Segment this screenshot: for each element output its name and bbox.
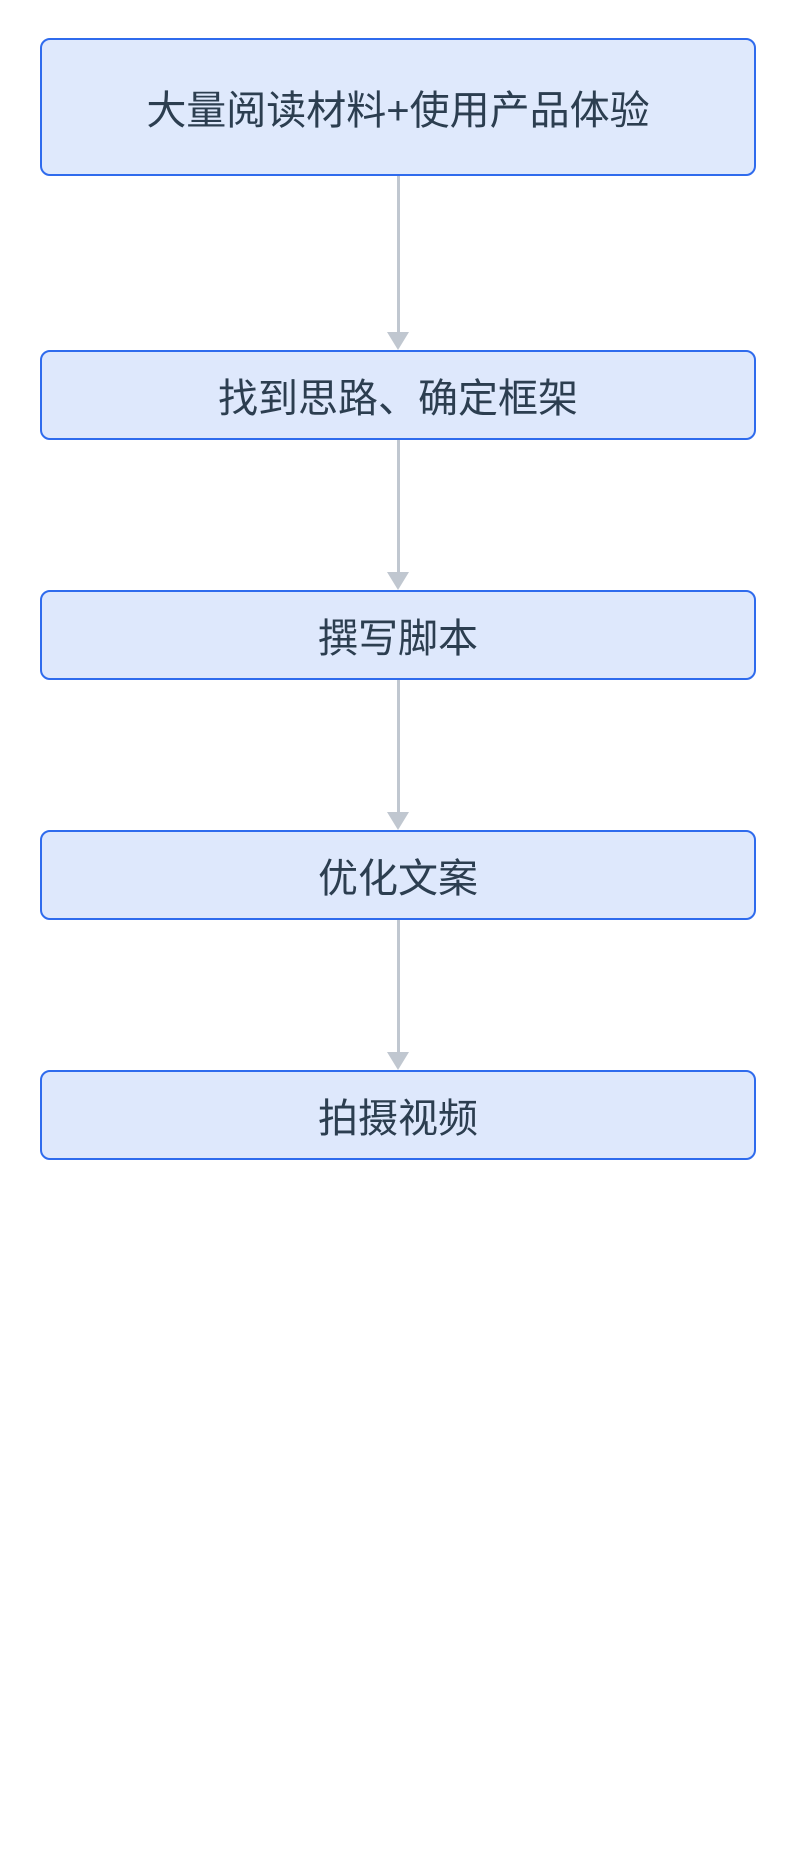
flow-node-5: 拍摄视频 <box>40 1070 756 1160</box>
flow-node-3: 撰写脚本 <box>40 590 756 680</box>
flow-node-2: 找到思路、确定框架 <box>40 350 756 440</box>
flow-connector <box>387 440 409 590</box>
flow-connector <box>387 680 409 830</box>
flow-connector <box>387 176 409 350</box>
flow-node-label: 找到思路、确定框架 <box>218 366 578 424</box>
flow-node-label: 撰写脚本 <box>318 606 478 664</box>
flowchart-container: 大量阅读材料+使用产品体验找到思路、确定框架撰写脚本优化文案拍摄视频 <box>40 38 756 1160</box>
flow-node-label: 优化文案 <box>318 846 478 904</box>
flow-connector <box>387 920 409 1070</box>
flow-node-label: 大量阅读材料+使用产品体验 <box>146 78 649 136</box>
flow-node-4: 优化文案 <box>40 830 756 920</box>
arrow-down-icon <box>387 332 409 350</box>
arrow-down-icon <box>387 1052 409 1070</box>
arrow-down-icon <box>387 812 409 830</box>
connector-line <box>397 920 400 1054</box>
connector-line <box>397 440 400 574</box>
flow-node-label: 拍摄视频 <box>318 1086 478 1144</box>
flow-node-1: 大量阅读材料+使用产品体验 <box>40 38 756 176</box>
connector-line <box>397 680 400 814</box>
connector-line <box>397 176 400 334</box>
arrow-down-icon <box>387 572 409 590</box>
